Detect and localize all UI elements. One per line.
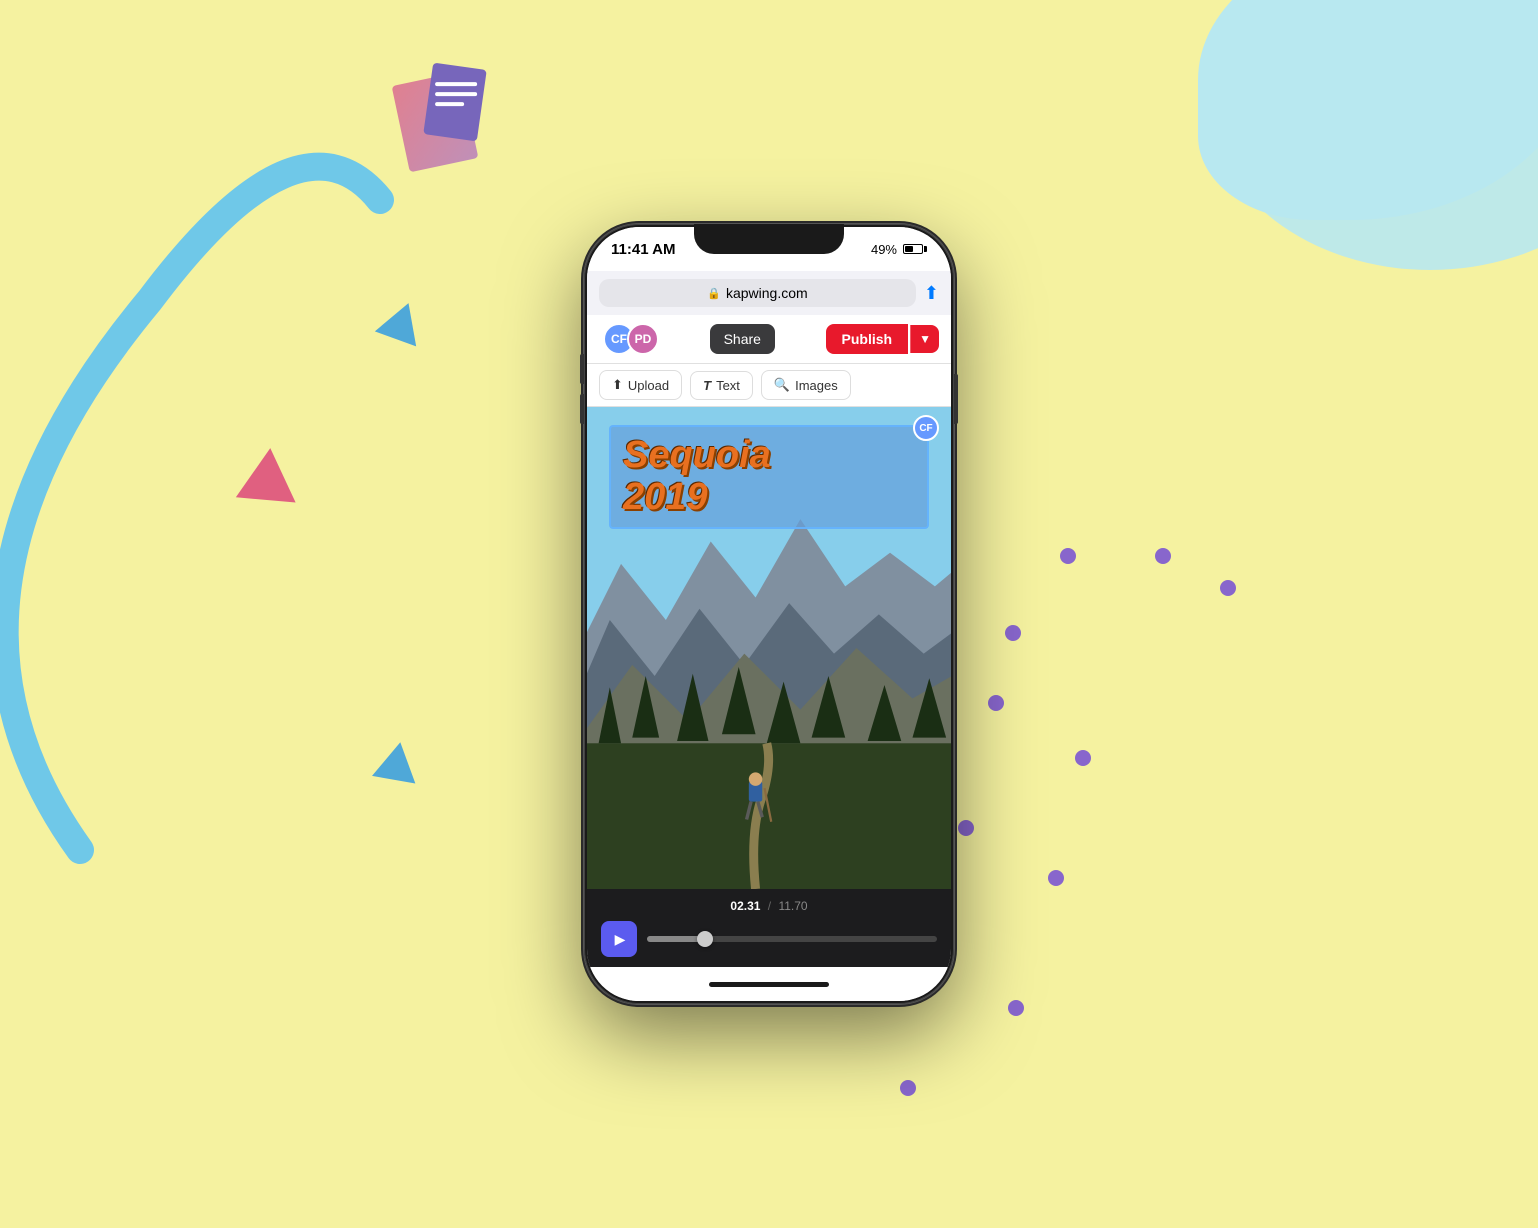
tools-bar: ⬆ Upload T Text 🔍 Images (587, 364, 951, 407)
avatar-pd: PD (627, 323, 659, 355)
images-label: Images (795, 378, 838, 393)
canvas-area[interactable]: Sequoia 2019 CF (587, 407, 951, 889)
images-button[interactable]: 🔍 Images (761, 370, 851, 400)
canvas-title-line2: 2019 (623, 477, 915, 519)
play-icon: ▶ (615, 931, 626, 948)
url-bar[interactable]: 🔒 kapwing.com (599, 279, 916, 307)
status-time: 11:41 AM (611, 241, 675, 258)
canvas-title-line1: Sequoia (623, 435, 915, 477)
bg-blob-blue (1198, 0, 1538, 220)
cf-collaborator-badge: CF (913, 415, 939, 441)
time-separator: / (768, 899, 771, 913)
dot-2 (1155, 548, 1171, 564)
search-icon: 🔍 (774, 377, 790, 393)
upload-button[interactable]: ⬆ Upload (599, 370, 682, 400)
timeline-thumb[interactable] (697, 931, 713, 947)
text-label: Text (716, 378, 740, 393)
upload-icon: ⬆ (612, 377, 623, 393)
dot-11 (900, 1080, 916, 1096)
avatar-row: CF PD (603, 323, 659, 355)
power-button (954, 374, 958, 424)
home-bar (709, 982, 829, 987)
total-time: 11.70 (778, 899, 807, 913)
lock-icon: 🔒 (707, 287, 721, 300)
phone-screen: 11:41 AM 49% 🔒 kapwing.com (587, 227, 951, 1001)
app-toolbar: CF PD Share Publish ▼ (587, 315, 951, 364)
volume-down-button (580, 394, 584, 424)
publish-group: Publish ▼ (826, 324, 939, 354)
upload-label: Upload (628, 378, 669, 393)
playback-controls: ▶ (601, 921, 937, 957)
dot-8 (1048, 870, 1064, 886)
volume-up-button (580, 354, 584, 384)
canvas-text-overlay[interactable]: Sequoia 2019 CF (609, 425, 929, 529)
dot-4 (1005, 625, 1021, 641)
dot-6 (1075, 750, 1091, 766)
publish-dropdown-button[interactable]: ▼ (910, 325, 939, 353)
battery-icon (903, 244, 927, 254)
browser-share-icon[interactable]: ⬆ (924, 283, 939, 304)
status-icons: 49% (871, 242, 927, 257)
dot-10 (1008, 1000, 1024, 1016)
current-time: 02.31 (730, 899, 760, 913)
dot-1 (1060, 548, 1076, 564)
notch (694, 224, 844, 254)
text-button[interactable]: T Text (690, 371, 753, 400)
playback-bar: 02.31 / 11.70 ▶ (587, 889, 951, 967)
dot-5 (988, 695, 1004, 711)
browser-bar[interactable]: 🔒 kapwing.com ⬆ (587, 271, 951, 315)
play-button[interactable]: ▶ (601, 921, 637, 957)
share-button[interactable]: Share (710, 324, 775, 354)
canvas-image: Sequoia 2019 CF (587, 407, 951, 889)
home-indicator (587, 967, 951, 1001)
phone-frame: 11:41 AM 49% 🔒 kapwing.com (584, 224, 954, 1004)
battery-percentage: 49% (871, 242, 897, 257)
phone-wrapper: 11:41 AM 49% 🔒 kapwing.com (584, 224, 954, 1004)
text-icon: T (703, 378, 711, 393)
dot-7 (958, 820, 974, 836)
dot-3 (1220, 580, 1236, 596)
time-display: 02.31 / 11.70 (601, 899, 937, 913)
url-text: kapwing.com (726, 285, 808, 301)
publish-button[interactable]: Publish (826, 324, 909, 354)
timeline-track[interactable] (647, 936, 937, 942)
